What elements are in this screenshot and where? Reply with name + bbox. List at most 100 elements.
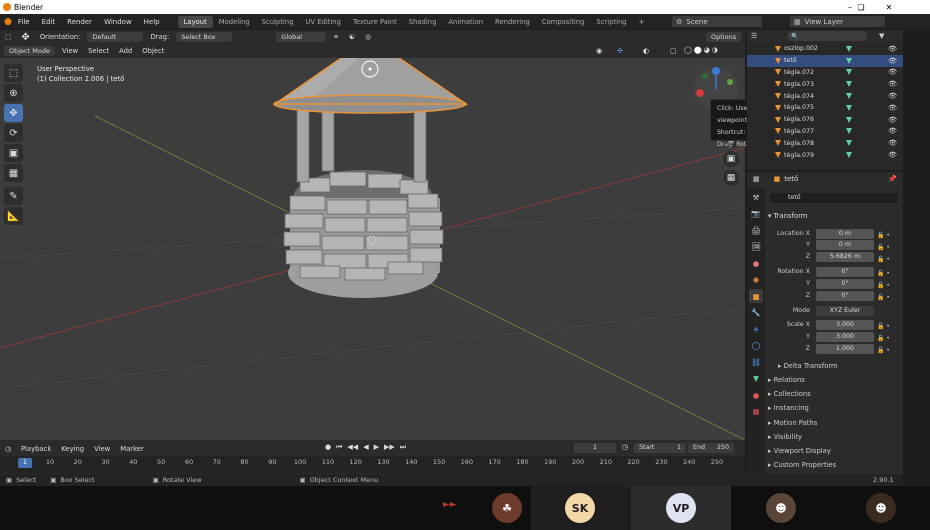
overlay-icon[interactable]: ◐ (643, 47, 649, 55)
physics-tab-icon[interactable]: ◯ (749, 339, 763, 353)
data-tab-icon[interactable]: ▼ (749, 372, 763, 386)
filter-icon[interactable]: ▼ (879, 32, 884, 40)
menu-object[interactable]: Object (137, 47, 169, 55)
properties-section-header[interactable]: ▸ Visibility (768, 433, 802, 441)
menu-view[interactable]: View (57, 47, 83, 55)
play-icon[interactable]: ▶ (374, 443, 379, 452)
eye-icon[interactable]: 👁 (888, 92, 897, 100)
tab-layout[interactable]: Layout (177, 15, 213, 28)
proportional-edit-icon[interactable]: ◎ (360, 33, 376, 41)
lock-icon[interactable]: 🔓 • (877, 268, 890, 280)
menu-select[interactable]: Select (83, 47, 114, 55)
tool-tab-icon[interactable]: ⚒ (749, 190, 763, 204)
mode-dropdown[interactable]: Object Mode (4, 46, 55, 56)
location-z-field[interactable]: 5.6826 m (816, 252, 874, 262)
properties-section-header[interactable]: ▸ Relations (768, 376, 805, 384)
lock-icon[interactable]: 🔓 • (877, 345, 890, 357)
annotate-tool[interactable]: ✎ (4, 187, 23, 205)
blender-menu-icon[interactable]: ● (4, 17, 12, 27)
rendered-shading-icon[interactable]: ◑ (712, 46, 718, 54)
participant-tile-sk[interactable]: SK (531, 486, 631, 530)
scale-y-field[interactable]: 3.000 (816, 332, 874, 342)
move-tool-icon[interactable]: ✥ (16, 32, 34, 43)
end-frame-field[interactable]: End 250 (688, 443, 734, 453)
scene-selector[interactable]: ⚙ Scene (672, 16, 762, 27)
properties-section-header[interactable]: ▸ Motion Paths (768, 419, 817, 427)
menu-help[interactable]: Help (138, 18, 166, 26)
render-tab-icon[interactable]: 📷 (749, 207, 763, 221)
start-frame-field[interactable]: Start 1 (634, 443, 686, 453)
cursor-tool[interactable]: ⊕ (4, 84, 23, 102)
current-frame-field[interactable]: 1 (574, 443, 616, 453)
eye-icon[interactable]: 👁 (888, 45, 897, 53)
orientation-dropdown[interactable]: Default (87, 32, 144, 42)
add-workspace-icon[interactable]: + (639, 18, 645, 26)
transform-tool[interactable]: ▦ (4, 164, 23, 182)
menu-playback[interactable]: Playback (16, 445, 56, 453)
eye-icon[interactable]: 👁 (888, 104, 897, 112)
properties-section-header[interactable]: ▸ Collections (768, 390, 811, 398)
outliner-row[interactable]: tégla.079 👁 (747, 149, 903, 161)
wireframe-shading-icon[interactable]: ◯ (684, 46, 692, 54)
outliner-search-input[interactable]: 🔍 (787, 31, 867, 41)
move-tool[interactable]: ✥ (4, 104, 23, 122)
participant-photo-2-icon[interactable]: ☻ (866, 493, 896, 523)
outliner-row[interactable]: tégla.076 👁 (747, 114, 903, 126)
scale-tool[interactable]: ▣ (4, 144, 23, 162)
tab-modeling[interactable]: Modeling (213, 16, 256, 28)
transform-section-header[interactable]: ▾ Transform (768, 212, 807, 220)
lock-icon[interactable]: 🔓 • (877, 292, 890, 304)
outliner-row[interactable]: tégla.078 👁 (747, 137, 903, 149)
particles-tab-icon[interactable]: ✳ (749, 322, 763, 336)
next-key-icon[interactable]: ▶▶ (384, 443, 395, 452)
eye-icon[interactable]: 👁 (888, 116, 897, 124)
tab-scripting[interactable]: Scripting (590, 16, 632, 28)
restore-icon[interactable]: ❏ (848, 0, 874, 14)
pivot-icon[interactable]: ⚭ (328, 33, 344, 41)
rotation-x-field[interactable]: 0° (816, 267, 874, 277)
options-dropdown[interactable]: Options (706, 32, 742, 42)
properties-type-icon[interactable]: ▦ (753, 175, 760, 183)
measure-tool[interactable]: 📐 (4, 207, 23, 225)
properties-section-header[interactable]: ▸ Viewport Display (768, 447, 831, 455)
tab-texture-paint[interactable]: Texture Paint (347, 16, 403, 28)
lock-icon[interactable]: 🔓 • (877, 242, 890, 254)
participant-avatar-1-icon[interactable]: ☘ (492, 493, 522, 523)
menu-add[interactable]: Add (114, 47, 137, 55)
outliner-row[interactable]: tégla.073 👁 (747, 78, 903, 90)
view-layer-selector[interactable]: ▦ View Layer (790, 16, 885, 27)
3d-viewport[interactable]: User Perspective (1) Collection 2.006 | … (0, 58, 745, 440)
eye-icon[interactable]: 👁 (888, 151, 897, 159)
location-y-field[interactable]: 0 m (816, 240, 874, 250)
outliner-row[interactable]: tető 👁 (747, 54, 903, 67)
eye-icon[interactable]: 👁 (888, 127, 897, 135)
modifier-tab-icon[interactable]: 🔧 (749, 306, 763, 320)
menu-file[interactable]: File (12, 18, 36, 26)
texture-tab-icon[interactable]: ▦ (749, 405, 763, 419)
lock-icon[interactable]: 🔓 • (877, 280, 890, 292)
rotation-y-field[interactable]: 0° (816, 279, 874, 289)
drag-dropdown[interactable]: Select Box (176, 32, 233, 42)
delta-transform-section[interactable]: ▸ Delta Transform (778, 362, 838, 370)
gizmo-icon[interactable]: ✣ (617, 47, 623, 55)
material-tab-icon[interactable]: ● (749, 388, 763, 402)
menu-window[interactable]: Window (98, 18, 138, 26)
toggle-camera-icon[interactable]: ▣ (723, 151, 739, 167)
play-reverse-icon[interactable]: ◀ (363, 443, 368, 452)
eye-icon[interactable]: 👁 (888, 68, 897, 76)
outliner-row[interactable]: tégla.072 👁 (747, 67, 903, 79)
view-layer-tab-icon[interactable]: 🖼 (749, 240, 763, 254)
prev-key-icon[interactable]: ◀◀ (347, 443, 358, 452)
tab-uv-editing[interactable]: UV Editing (299, 16, 346, 28)
tab-rendering[interactable]: Rendering (489, 16, 536, 28)
menu-render[interactable]: Render (61, 18, 98, 26)
snap-icon[interactable]: ☯ (344, 33, 360, 41)
rotate-tool[interactable]: ⟳ (4, 124, 23, 142)
eye-icon[interactable]: 👁 (888, 57, 897, 65)
object-tab-icon[interactable]: ■ (749, 289, 763, 303)
menu-marker[interactable]: Marker (115, 445, 149, 453)
tab-animation[interactable]: Animation (442, 16, 489, 28)
visibility-icon[interactable]: ◉ (596, 47, 602, 55)
scale-z-field[interactable]: 1.000 (816, 344, 874, 354)
eye-icon[interactable]: 👁 (888, 139, 897, 147)
